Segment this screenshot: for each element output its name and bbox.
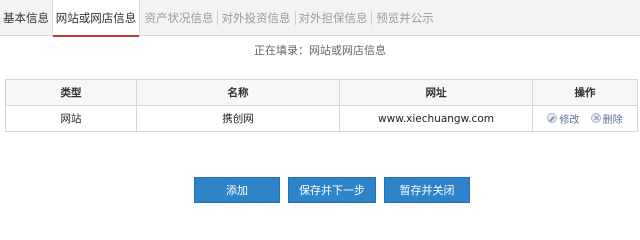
cell-name: 携创网: [136, 105, 340, 132]
col-header-type: 类型: [5, 79, 137, 106]
tab-divider: [371, 11, 372, 25]
save-close-button[interactable]: 暂存并关闭: [384, 177, 470, 203]
tab-asset-info[interactable]: 资产状况信息: [144, 0, 214, 36]
tab-divider: [295, 11, 296, 25]
col-header-url: 网址: [339, 79, 533, 106]
col-header-name: 名称: [136, 79, 340, 106]
col-header-actions: 操作: [532, 79, 638, 106]
tab-guarantee-info[interactable]: 对外担保信息: [298, 0, 368, 36]
delete-icon: [590, 113, 601, 124]
tab-investment-info[interactable]: 对外投资信息: [221, 0, 291, 36]
delete-link[interactable]: 删除: [590, 111, 623, 126]
filling-status: 正在填录：网站或网店信息: [254, 44, 386, 57]
cell-url: www.xiechuangw.com: [339, 105, 533, 132]
delete-label: 删除: [602, 114, 623, 126]
table-row: 网站 携创网 www.xiechuangw.com 修改 删除: [5, 105, 638, 132]
table-header-row: 类型 名称 网址 操作: [5, 79, 638, 106]
tab-bar: 基本信息 网站或网店信息 资产状况信息 对外投资信息 对外担保信息 预览并公示: [0, 0, 640, 37]
cell-type: 网站: [5, 105, 137, 132]
edit-icon: [547, 113, 558, 124]
tab-preview-publish[interactable]: 预览并公示: [375, 0, 435, 36]
save-next-button[interactable]: 保存并下一步: [288, 177, 376, 203]
tab-divider: [217, 11, 218, 25]
website-table: 类型 名称 网址 操作 网站 携创网 www.xiechuangw.com 修改…: [5, 79, 638, 132]
cell-actions: 修改 删除: [532, 105, 638, 132]
tab-website-info[interactable]: 网站或网店信息: [52, 0, 140, 37]
tab-basic-info[interactable]: 基本信息: [2, 0, 50, 36]
edit-link[interactable]: 修改: [547, 111, 579, 126]
add-button[interactable]: 添加: [194, 177, 280, 203]
edit-label: 修改: [559, 114, 580, 126]
